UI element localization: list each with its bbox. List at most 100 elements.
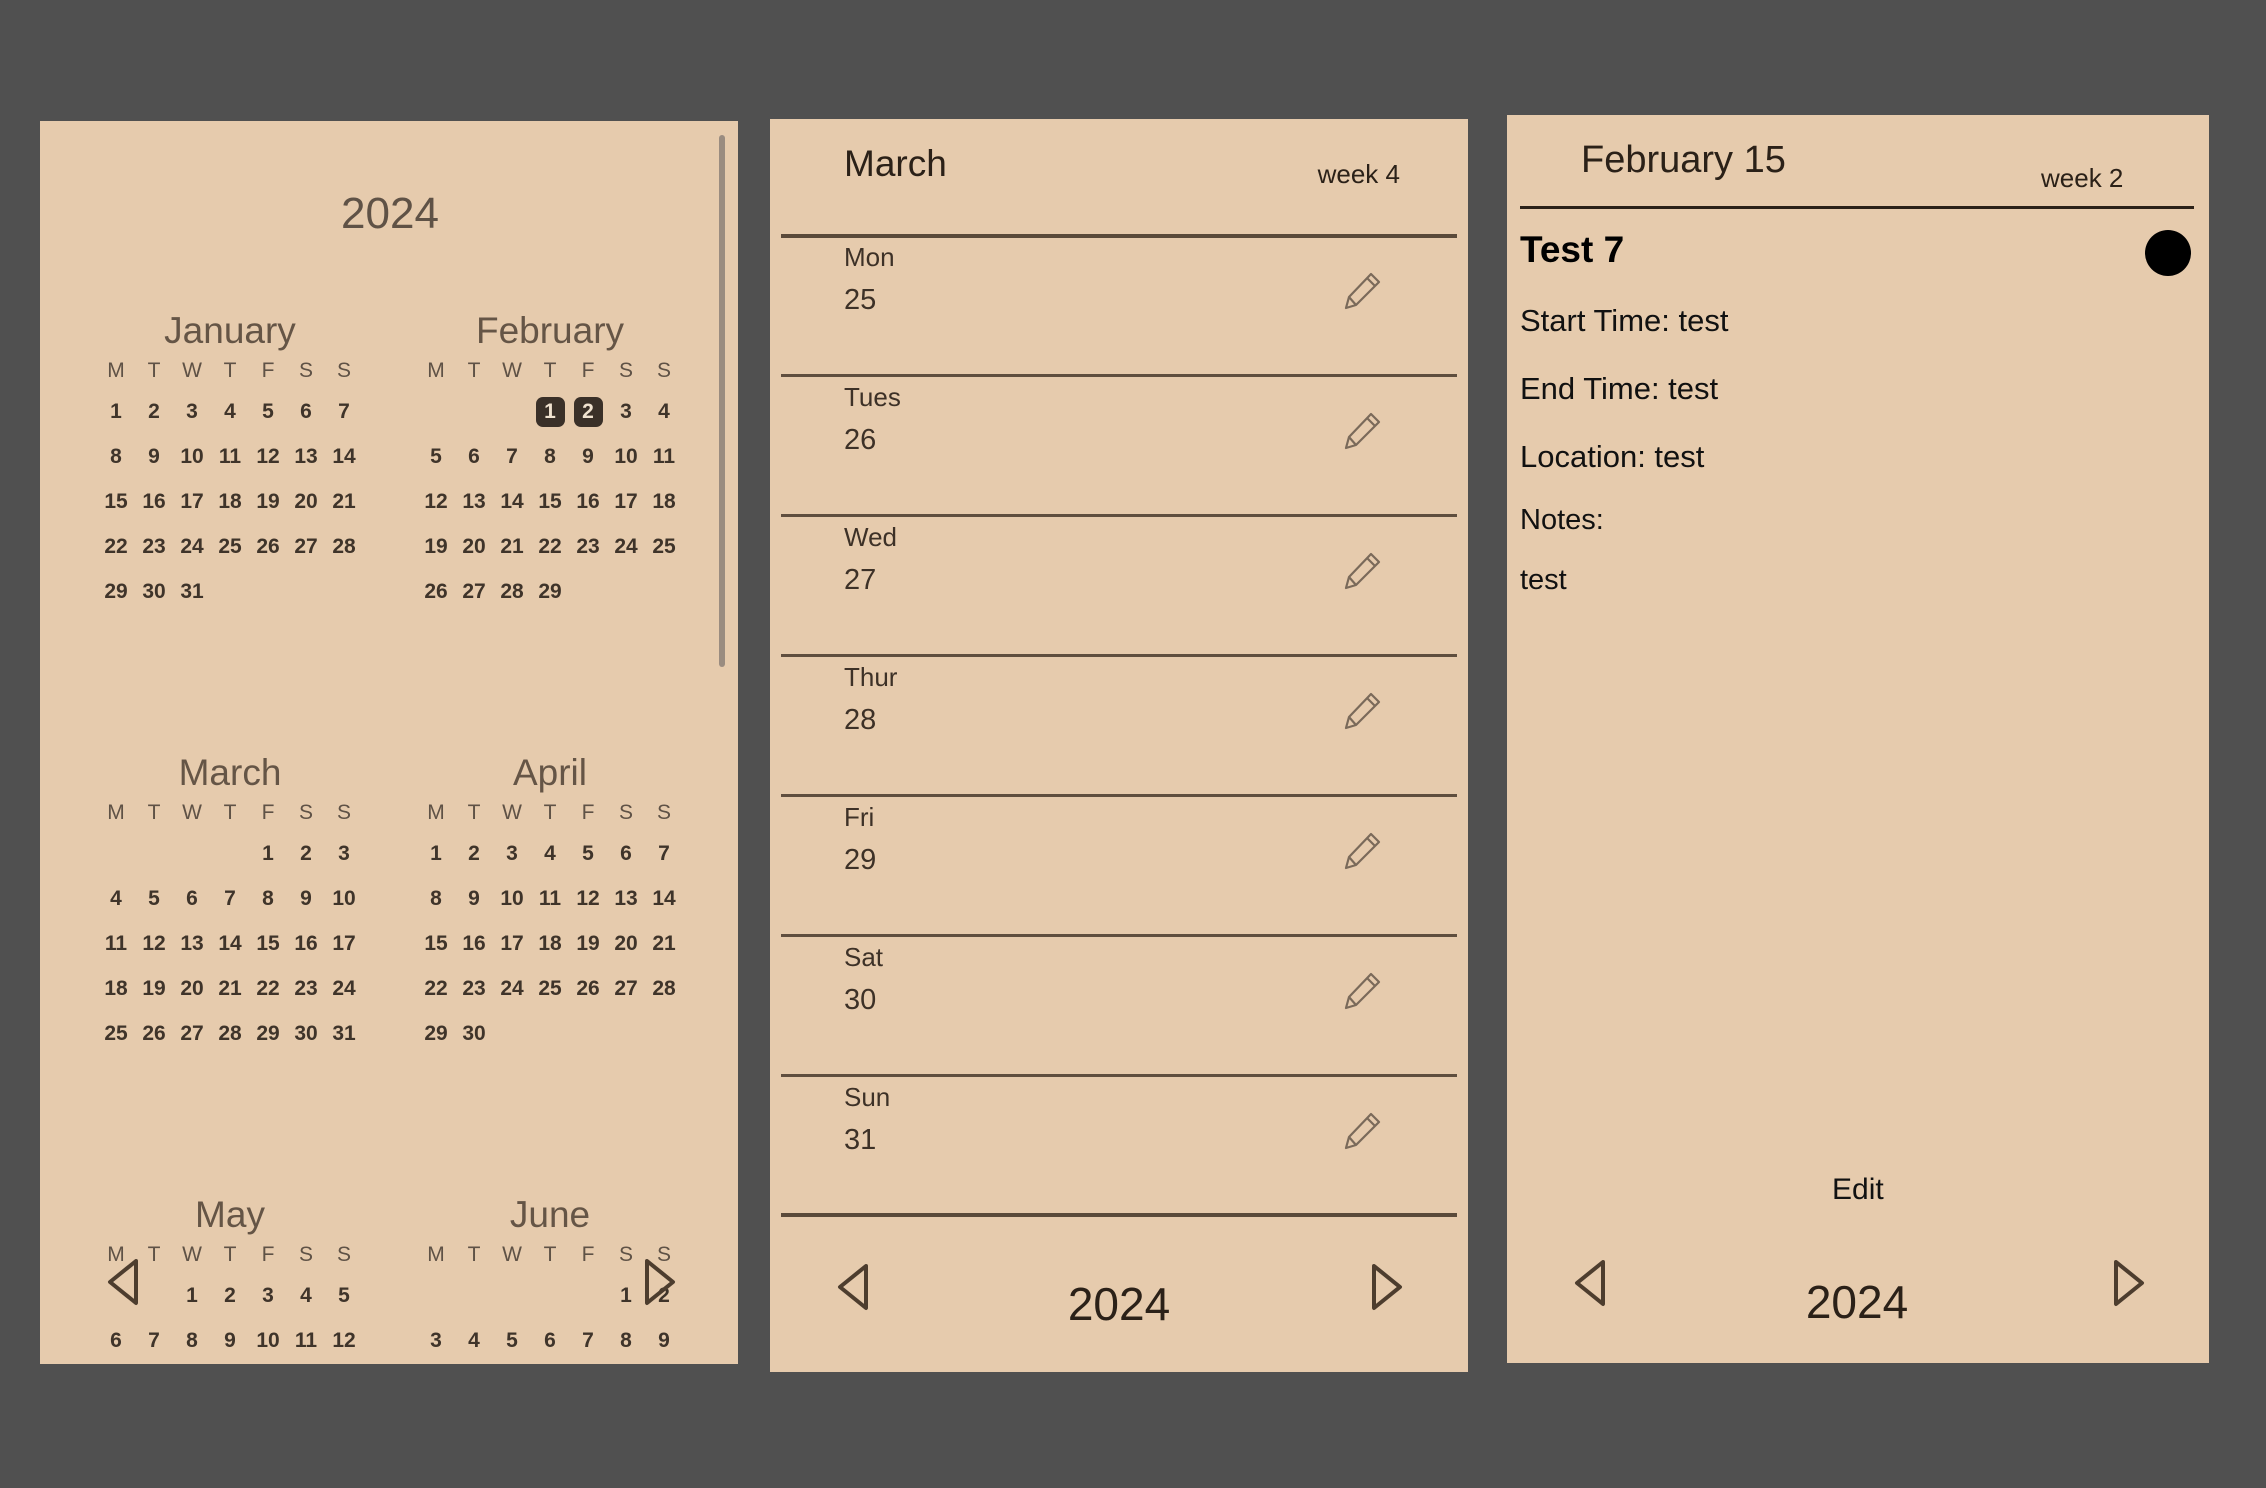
- day-cell[interactable]: 22: [249, 966, 287, 1011]
- day-cell[interactable]: 19: [249, 479, 287, 524]
- day-cell[interactable]: 14: [325, 434, 363, 479]
- day-cell[interactable]: 21: [645, 921, 683, 966]
- day-cell[interactable]: 18: [645, 479, 683, 524]
- pencil-icon[interactable]: [1341, 548, 1385, 592]
- day-cell[interactable]: 8: [249, 876, 287, 921]
- day-cell[interactable]: 3: [173, 389, 211, 434]
- day-cell[interactable]: 6: [287, 389, 325, 434]
- triangle-right-icon[interactable]: [1370, 1262, 1404, 1312]
- day-row-thur[interactable]: Thur 28: [781, 658, 1457, 797]
- day-cell[interactable]: 20: [607, 921, 645, 966]
- day-cell[interactable]: 21: [325, 479, 363, 524]
- day-cell[interactable]: 20: [173, 966, 211, 1011]
- day-cell[interactable]: 28: [211, 1011, 249, 1056]
- day-cell[interactable]: 18: [531, 921, 569, 966]
- day-cell[interactable]: 11: [531, 876, 569, 921]
- day-cell[interactable]: 22: [97, 524, 135, 569]
- day-cell[interactable]: 29: [417, 1011, 455, 1056]
- day-cell[interactable]: 1: [249, 831, 287, 876]
- day-cell[interactable]: 23: [455, 966, 493, 1011]
- day-row-mon[interactable]: Mon 25: [781, 238, 1457, 377]
- day-cell[interactable]: 13: [287, 434, 325, 479]
- day-cell[interactable]: 7: [645, 831, 683, 876]
- day-cell[interactable]: 24: [607, 524, 645, 569]
- day-cell[interactable]: 17: [325, 921, 363, 966]
- day-cell[interactable]: 11: [455, 1363, 493, 1364]
- day-cell[interactable]: 16: [211, 1363, 249, 1364]
- day-cell[interactable]: 1: [97, 389, 135, 434]
- day-cell[interactable]: 28: [325, 524, 363, 569]
- day-cell[interactable]: 29: [97, 569, 135, 614]
- day-cell[interactable]: 12: [249, 434, 287, 479]
- day-cell[interactable]: 4: [455, 1318, 493, 1363]
- day-cell[interactable]: 9: [135, 434, 173, 479]
- day-cell[interactable]: 3: [493, 831, 531, 876]
- day-row-sat[interactable]: Sat 30: [781, 938, 1457, 1077]
- day-cell[interactable]: 17: [249, 1363, 287, 1364]
- day-cell[interactable]: 24: [493, 966, 531, 1011]
- day-cell[interactable]: 22: [417, 966, 455, 1011]
- day-cell[interactable]: 12: [325, 1318, 363, 1363]
- day-cell[interactable]: 4: [97, 876, 135, 921]
- day-cell[interactable]: 11: [287, 1318, 325, 1363]
- day-cell-selected[interactable]: 1: [531, 389, 569, 434]
- day-cell[interactable]: 23: [569, 524, 607, 569]
- day-cell[interactable]: 19: [135, 966, 173, 1011]
- day-cell[interactable]: 11: [211, 434, 249, 479]
- day-cell[interactable]: 26: [569, 966, 607, 1011]
- day-cell[interactable]: 13: [455, 479, 493, 524]
- day-cell[interactable]: 26: [135, 1011, 173, 1056]
- triangle-left-icon[interactable]: [1573, 1258, 1607, 1308]
- triangle-right-icon[interactable]: [2112, 1258, 2146, 1308]
- day-cell[interactable]: 5: [569, 831, 607, 876]
- day-cell[interactable]: 10: [249, 1318, 287, 1363]
- day-cell[interactable]: 21: [211, 966, 249, 1011]
- day-cell[interactable]: 18: [211, 479, 249, 524]
- day-cell[interactable]: 15: [531, 479, 569, 524]
- day-cell[interactable]: 14: [493, 479, 531, 524]
- day-cell[interactable]: 13: [173, 921, 211, 966]
- day-cell[interactable]: 11: [97, 921, 135, 966]
- day-cell[interactable]: 19: [569, 921, 607, 966]
- day-cell[interactable]: 8: [607, 1318, 645, 1363]
- day-cell[interactable]: 16: [135, 479, 173, 524]
- day-cell[interactable]: 19: [417, 524, 455, 569]
- day-cell[interactable]: 30: [287, 1011, 325, 1056]
- day-cell[interactable]: 2: [135, 389, 173, 434]
- day-cell[interactable]: 14: [645, 876, 683, 921]
- day-cell[interactable]: 24: [325, 966, 363, 1011]
- day-cell[interactable]: 9: [455, 876, 493, 921]
- day-cell[interactable]: 6: [531, 1318, 569, 1363]
- day-cell[interactable]: 4: [211, 389, 249, 434]
- pencil-icon[interactable]: [1341, 828, 1385, 872]
- day-cell[interactable]: 10: [325, 876, 363, 921]
- day-cell[interactable]: 15: [249, 921, 287, 966]
- day-cell-selected[interactable]: 2: [569, 389, 607, 434]
- day-cell[interactable]: 22: [531, 524, 569, 569]
- day-row-wed[interactable]: Wed 27: [781, 518, 1457, 657]
- day-cell[interactable]: 10: [607, 434, 645, 479]
- event-color-dot[interactable]: [2145, 230, 2191, 276]
- triangle-left-icon[interactable]: [106, 1257, 140, 1307]
- day-cell[interactable]: 29: [531, 569, 569, 614]
- day-cell[interactable]: 7: [135, 1318, 173, 1363]
- day-cell[interactable]: 21: [493, 524, 531, 569]
- day-cell[interactable]: 6: [97, 1318, 135, 1363]
- day-cell[interactable]: 20: [455, 524, 493, 569]
- day-cell[interactable]: 13: [607, 876, 645, 921]
- day-cell[interactable]: 15: [97, 479, 135, 524]
- day-cell[interactable]: 1: [173, 1273, 211, 1318]
- day-cell[interactable]: 8: [97, 434, 135, 479]
- day-cell[interactable]: 7: [325, 389, 363, 434]
- day-cell[interactable]: 5: [325, 1273, 363, 1318]
- day-cell[interactable]: 9: [569, 434, 607, 479]
- edit-button[interactable]: Edit: [1832, 1173, 1884, 1207]
- day-cell[interactable]: 13: [531, 1363, 569, 1364]
- day-cell[interactable]: 31: [325, 1011, 363, 1056]
- day-cell[interactable]: 15: [417, 921, 455, 966]
- day-cell[interactable]: 2: [455, 831, 493, 876]
- pencil-icon[interactable]: [1341, 1108, 1385, 1152]
- day-cell[interactable]: 26: [417, 569, 455, 614]
- day-cell[interactable]: 3: [249, 1273, 287, 1318]
- pencil-icon[interactable]: [1341, 688, 1385, 732]
